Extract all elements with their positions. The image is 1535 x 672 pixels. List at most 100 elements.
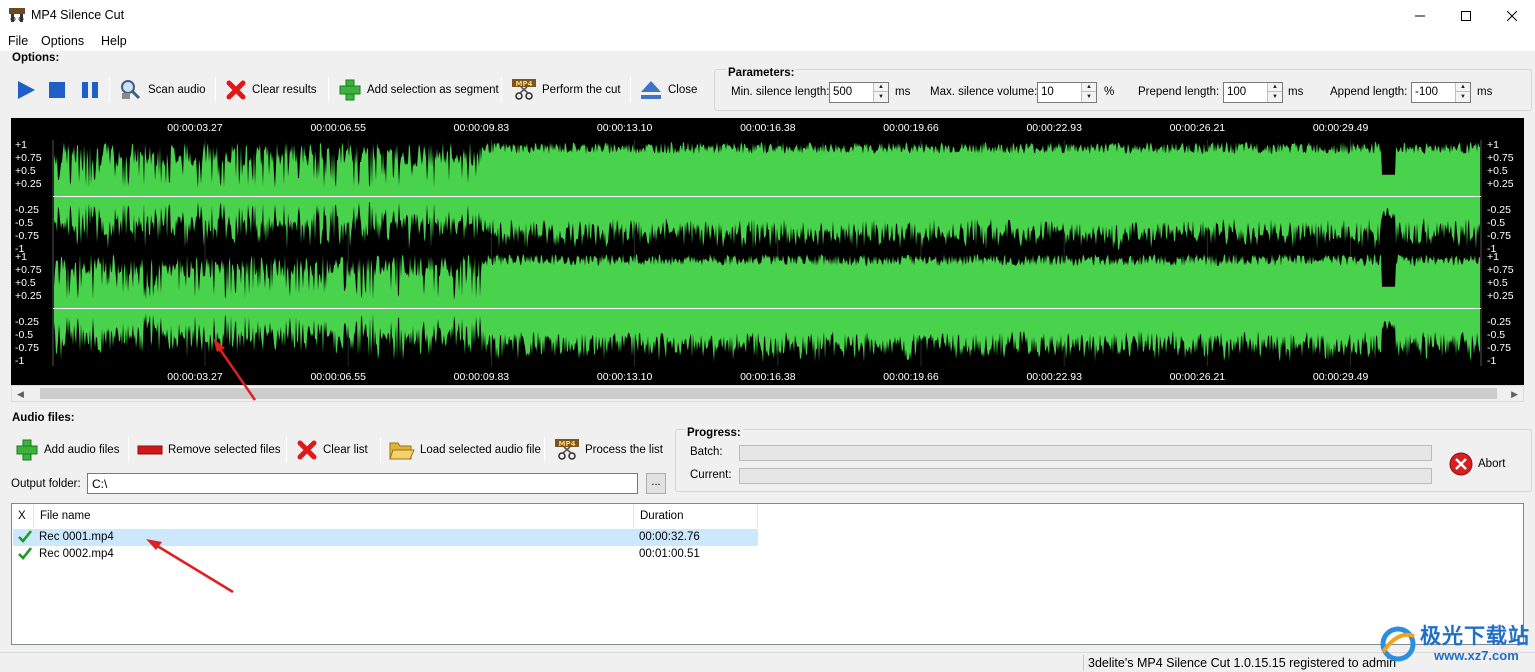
- clear-results-button[interactable]: Clear results: [222, 74, 320, 106]
- time-label-bottom: 00:00:19.66: [883, 371, 939, 383]
- time-label-bottom: 00:00:16.38: [740, 371, 796, 383]
- amp-label-left: +0.25: [15, 178, 42, 190]
- window-title: MP4 Silence Cut: [31, 8, 125, 22]
- minimize-button[interactable]: [1397, 0, 1443, 31]
- amp-label-right: +0.25: [1487, 290, 1514, 302]
- spin-down-icon[interactable]: ▼: [1268, 92, 1282, 101]
- watermark-text: 极光下载站: [1420, 624, 1530, 648]
- menu-options[interactable]: Options: [41, 34, 84, 48]
- play-button[interactable]: [12, 74, 40, 106]
- load-audio-file-label: Load selected audio file: [420, 444, 541, 456]
- checkmark-icon[interactable]: [18, 547, 32, 560]
- column-header-duration[interactable]: Duration: [634, 504, 758, 528]
- append-unit: ms: [1477, 86, 1493, 98]
- amp-label-right: -1: [1487, 355, 1496, 367]
- scroll-left-icon[interactable]: ◀: [17, 389, 24, 400]
- remove-files-button[interactable]: Remove selected files: [134, 434, 284, 466]
- table-row[interactable]: Rec 0001.mp4 00:00:32.76: [13, 529, 758, 546]
- menu-file[interactable]: File: [8, 34, 28, 48]
- table-row[interactable]: Rec 0002.mp4 00:01:00.51: [13, 546, 758, 563]
- toolbar-separator: [544, 437, 545, 463]
- browse-folder-button[interactable]: ...: [646, 473, 666, 494]
- pause-button[interactable]: [76, 74, 104, 106]
- watermark: 极光下载站 www.xz7.com: [1376, 618, 1535, 670]
- audio-files-label: Audio files:: [12, 412, 75, 424]
- toolbar-separator: [328, 77, 329, 103]
- menu-help[interactable]: Help: [101, 34, 127, 48]
- spin-up-icon[interactable]: ▲: [1456, 83, 1470, 92]
- eject-icon: [641, 81, 661, 99]
- spin-up-icon[interactable]: ▲: [1082, 83, 1096, 92]
- time-label-bottom: 00:00:22.93: [1026, 371, 1082, 383]
- column-header-x[interactable]: X: [12, 504, 34, 528]
- add-audio-files-label: Add audio files: [44, 444, 120, 456]
- time-label-top: 00:00:06.55: [310, 122, 366, 134]
- toolbar-separator: [380, 437, 381, 463]
- mp4-scissors-icon: MP4: [555, 439, 579, 460]
- checkmark-icon[interactable]: [18, 530, 32, 543]
- min-silence-unit: ms: [895, 86, 911, 98]
- minimize-icon: [1415, 15, 1425, 16]
- max-volume-spinner[interactable]: 10 ▲ ▼: [1037, 82, 1097, 103]
- output-folder-label: Output folder:: [11, 478, 81, 490]
- title-bar: MP4 Silence Cut: [0, 0, 1535, 31]
- close-window-button[interactable]: [1489, 0, 1535, 31]
- status-divider: [1083, 655, 1084, 671]
- add-segment-button[interactable]: Add selection as segment: [335, 74, 502, 106]
- close-file-label: Close: [668, 84, 698, 96]
- output-folder-input[interactable]: C:\: [87, 473, 638, 494]
- amp-label-left: +0.75: [15, 152, 42, 164]
- append-spinner[interactable]: -100 ▲ ▼: [1411, 82, 1471, 103]
- prepend-spinner[interactable]: 100 ▲ ▼: [1223, 82, 1283, 103]
- time-label-top: 00:00:22.93: [1026, 122, 1082, 134]
- maximize-button[interactable]: [1443, 0, 1489, 31]
- amp-label-left: -0.25: [15, 204, 39, 216]
- stop-icon: [49, 82, 65, 98]
- max-volume-value: 10: [1041, 86, 1054, 98]
- scan-audio-label: Scan audio: [148, 84, 206, 96]
- file-name: Rec 0002.mp4: [39, 548, 114, 560]
- spin-down-icon[interactable]: ▼: [874, 92, 888, 101]
- amp-label-left: +1: [15, 139, 27, 151]
- spin-up-icon[interactable]: ▲: [874, 83, 888, 92]
- stop-button[interactable]: [43, 74, 71, 106]
- parameters-label: Parameters:: [726, 67, 797, 79]
- play-icon: [18, 81, 35, 99]
- options-label: Options:: [12, 52, 60, 64]
- abort-icon: [1449, 452, 1473, 476]
- load-audio-file-button[interactable]: Load selected audio file: [386, 434, 544, 466]
- abort-button[interactable]: Abort: [1446, 448, 1509, 480]
- prepend-label: Prepend length:: [1138, 86, 1220, 98]
- file-duration: 00:00:32.76: [639, 531, 700, 543]
- close-icon: [1507, 10, 1517, 21]
- time-label-top: 00:00:16.38: [740, 122, 796, 134]
- spin-down-icon[interactable]: ▼: [1082, 92, 1096, 101]
- scan-audio-icon: [121, 80, 141, 100]
- perform-cut-button[interactable]: MP4 Perform the cut: [508, 74, 624, 106]
- toolbar-separator: [128, 437, 129, 463]
- time-label-bottom: 00:00:06.55: [310, 371, 366, 383]
- status-text: 3delite's MP4 Silence Cut 1.0.15.15 regi…: [1088, 656, 1397, 670]
- scan-audio-button[interactable]: Scan audio: [116, 74, 209, 106]
- spin-up-icon[interactable]: ▲: [1268, 83, 1282, 92]
- progress-label: Progress:: [685, 427, 743, 439]
- amp-label-left: +0.25: [15, 290, 42, 302]
- column-header-filename[interactable]: File name: [34, 504, 634, 528]
- append-value: -100: [1415, 86, 1439, 98]
- process-list-button[interactable]: MP4 Process the list: [551, 434, 666, 466]
- parameters-group: Parameters: Min. silence length: 500 ▲ ▼ …: [714, 67, 1532, 111]
- clear-list-button[interactable]: Clear list: [293, 434, 371, 466]
- amp-label-left: -0.25: [15, 316, 39, 328]
- amp-label-left: +1: [15, 251, 27, 263]
- time-label-bottom: 00:00:09.83: [454, 371, 510, 383]
- app-icon: [9, 8, 25, 22]
- file-duration: 00:01:00.51: [639, 548, 700, 560]
- min-silence-spinner[interactable]: 500 ▲ ▼: [829, 82, 889, 103]
- progress-group: Progress: Batch: Current: Abort: [675, 427, 1532, 492]
- folder-open-icon: [389, 442, 415, 460]
- scroll-right-icon[interactable]: ▶: [1511, 389, 1518, 400]
- add-audio-files-button[interactable]: Add audio files: [12, 434, 122, 466]
- amp-label-left: -1: [15, 355, 24, 367]
- spin-down-icon[interactable]: ▼: [1456, 92, 1470, 101]
- close-file-button[interactable]: Close: [636, 74, 700, 106]
